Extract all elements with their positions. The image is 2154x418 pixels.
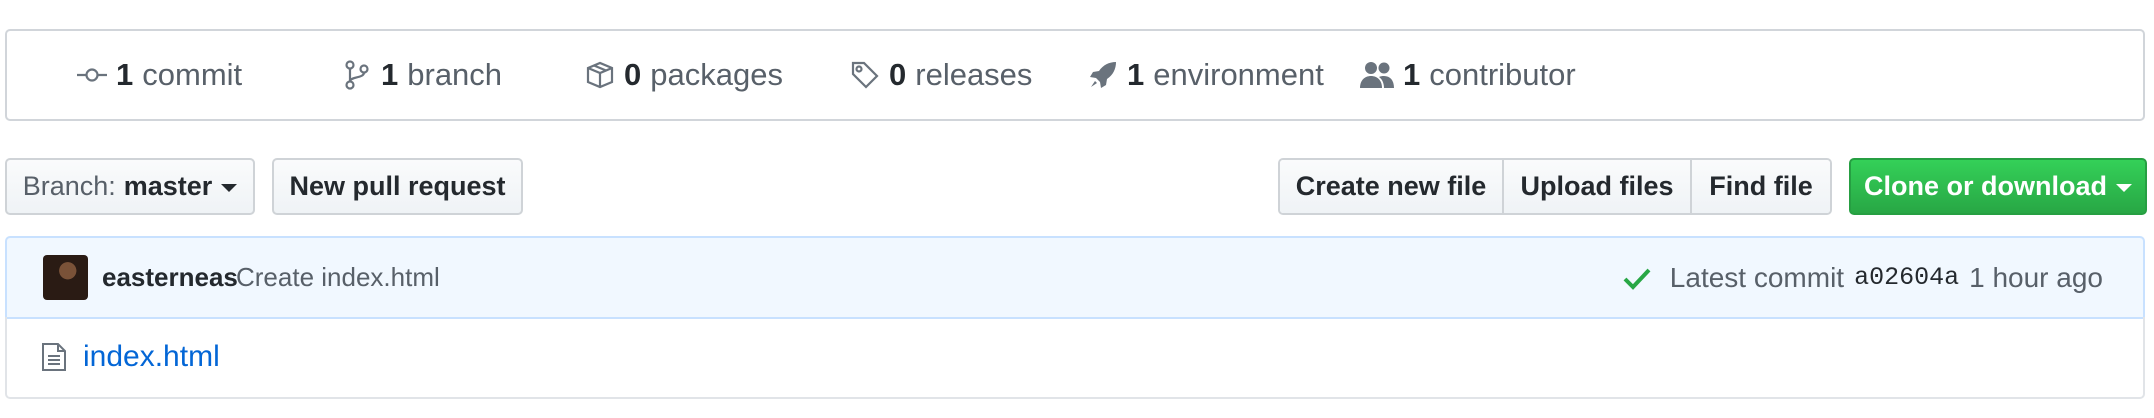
package-icon	[586, 61, 614, 89]
environments-label: environment	[1153, 57, 1324, 92]
latest-commit-label: Latest commit	[1669, 261, 1845, 293]
commit-sha-link[interactable]: a02604a	[1854, 263, 1959, 292]
clone-or-download-button[interactable]: Clone or download	[1849, 158, 2147, 215]
releases-label: releases	[915, 57, 1033, 92]
tag-icon	[851, 61, 879, 89]
latest-commit-bar: easterneas Create index.html Latest comm…	[5, 236, 2145, 319]
list-item: index.html	[41, 317, 220, 397]
branch-value: master	[123, 171, 213, 201]
branch-label: Branch:	[22, 171, 116, 201]
branches-count: 1	[381, 57, 399, 92]
releases-count: 0	[889, 57, 907, 92]
latest-commit-info: Latest commit a02604a 1 hour ago	[1622, 238, 2103, 317]
environments-link[interactable]: 1 environment	[1088, 31, 1324, 119]
contributors-label: contributor	[1429, 57, 1576, 92]
commits-link[interactable]: 1 commit	[77, 31, 242, 119]
find-file-button[interactable]: Find file	[1692, 160, 1830, 213]
branches-link[interactable]: 1 branch	[342, 31, 502, 119]
avatar[interactable]	[43, 255, 88, 300]
branches-label: branch	[407, 57, 503, 92]
packages-count: 0	[624, 57, 642, 92]
packages-label: packages	[650, 57, 783, 92]
commit-message-link[interactable]: Create index.html	[236, 238, 440, 317]
contributors-link[interactable]: 1 contributor	[1360, 31, 1576, 119]
check-icon	[1623, 268, 1651, 290]
branch-select-button[interactable]: Branch: master	[5, 158, 255, 215]
repo-summary-bar: 1 commit 1 branch 0 packages 0 releases …	[5, 29, 2145, 121]
create-new-file-button[interactable]: Create new file	[1280, 160, 1504, 213]
file-icon	[42, 343, 66, 371]
file-link[interactable]: index.html	[83, 340, 220, 374]
releases-link[interactable]: 0 releases	[850, 31, 1032, 119]
commit-author-link[interactable]: easterneas	[102, 238, 238, 317]
file-list: index.html	[5, 317, 2145, 399]
rocket-icon	[1090, 62, 1116, 88]
commit-icon	[77, 68, 107, 82]
new-pull-request-button[interactable]: New pull request	[272, 158, 523, 215]
chevron-down-icon	[2116, 184, 2132, 192]
commits-label: commit	[142, 57, 243, 92]
commits-count: 1	[116, 57, 134, 92]
environments-count: 1	[1127, 57, 1145, 92]
chevron-down-icon	[221, 184, 238, 192]
branch-icon	[345, 60, 369, 90]
clone-or-download-label: Clone or download	[1864, 171, 2107, 201]
people-icon	[1360, 62, 1394, 88]
commit-time: 1 hour ago	[1969, 261, 2103, 293]
contributors-count: 1	[1403, 57, 1421, 92]
upload-files-button[interactable]: Upload files	[1504, 160, 1692, 213]
file-actions-group: Create new file Upload files Find file	[1278, 158, 1832, 215]
packages-link[interactable]: 0 packages	[585, 31, 783, 119]
